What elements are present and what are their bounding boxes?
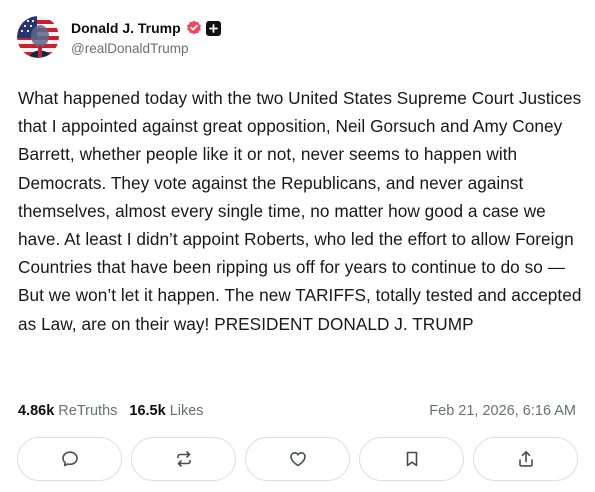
retruth-button[interactable]	[131, 437, 236, 481]
retruths-label[interactable]: ReTruths	[58, 403, 117, 419]
author-handle[interactable]: @realDonaldTrump	[71, 41, 221, 56]
name-row: Donald J. Trump	[71, 18, 221, 38]
action-bar	[17, 437, 578, 481]
retruths-count[interactable]: 4.86k	[18, 403, 54, 419]
plus-badge-icon	[205, 20, 221, 36]
share-icon	[518, 451, 533, 467]
author-info: Donald J. Trump @realDonaldTrump	[71, 18, 221, 56]
post-timestamp[interactable]: Feb 21, 2026, 6:16 AM	[429, 403, 578, 419]
comment-icon	[61, 451, 78, 467]
reply-button[interactable]	[17, 437, 122, 481]
heart-icon	[289, 452, 306, 467]
avatar[interactable]	[17, 16, 59, 58]
verified-badge-icon	[186, 20, 202, 36]
share-button[interactable]	[473, 437, 578, 481]
post-body-text: What happened today with the two United …	[18, 88, 582, 334]
avatar-image	[17, 16, 59, 58]
post-stats: 4.86k ReTruths 16.5k Likes Feb 21, 2026,…	[18, 402, 578, 420]
bookmark-icon	[406, 451, 417, 467]
likes-count[interactable]: 16.5k	[129, 403, 165, 419]
like-button[interactable]	[245, 437, 350, 481]
likes-label[interactable]: Likes	[170, 403, 204, 419]
bookmark-button[interactable]	[359, 437, 464, 481]
author-display-name[interactable]: Donald J. Trump	[71, 20, 181, 36]
post-header: Donald J. Trump @realDonaldTrump	[17, 14, 221, 60]
post-card: Donald J. Trump @realDonaldTrump What ha…	[0, 0, 595, 492]
repost-icon	[176, 451, 191, 467]
